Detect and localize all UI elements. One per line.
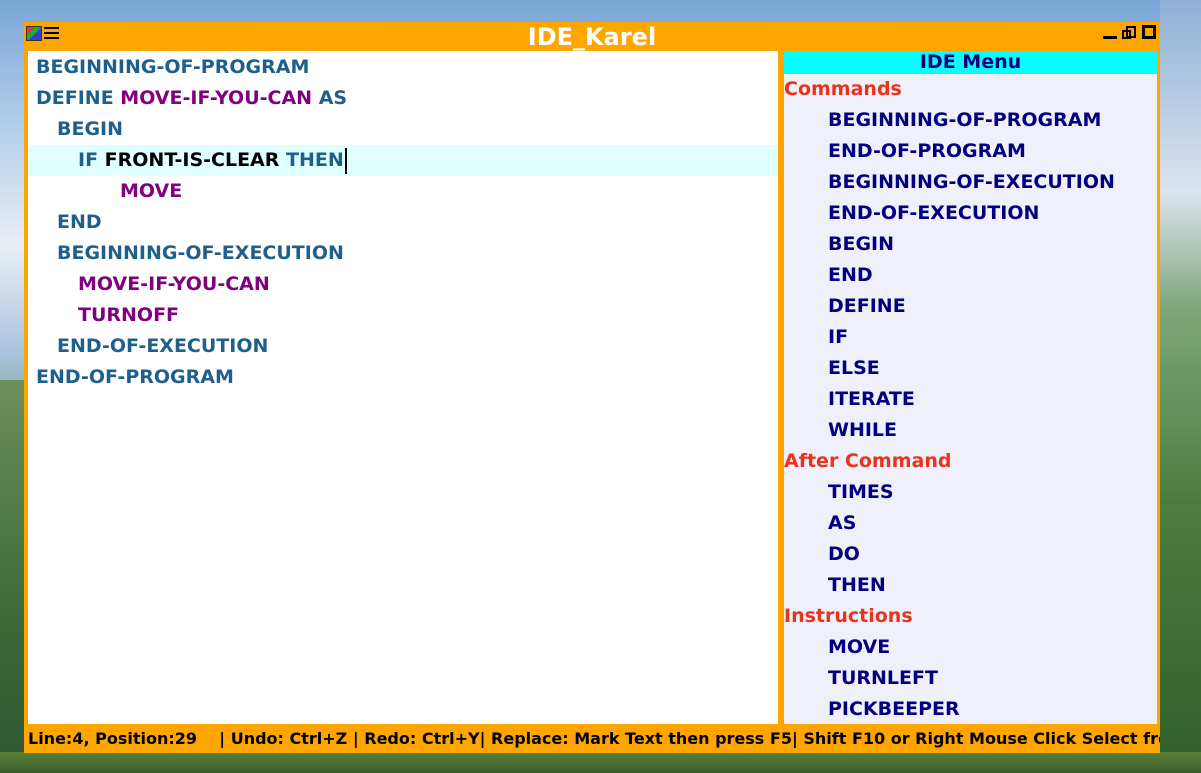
code-line[interactable]: MOVE [28, 176, 778, 207]
desktop-background-bottom [0, 752, 1201, 773]
menu-item-times[interactable]: TIMES [828, 477, 894, 508]
menu-item-then[interactable]: THEN [828, 570, 886, 601]
code-line[interactable]: END [28, 207, 778, 238]
code-keyword: DEFINE [36, 87, 121, 109]
code-keyword: BEGIN [57, 118, 124, 140]
text-cursor [344, 147, 347, 174]
code-identifier: TURNOFF [78, 304, 180, 326]
code-line[interactable]: DEFINE MOVE-IF-YOU-CAN AS [28, 83, 778, 114]
menu-item-begin[interactable]: BEGIN [828, 229, 894, 260]
code-keyword: END [57, 211, 102, 233]
code-keyword: BEGINNING-OF-PROGRAM [36, 56, 310, 78]
menu-item-beginning-of-program[interactable]: BEGINNING-OF-PROGRAM [828, 105, 1101, 136]
menu-item-end[interactable]: END [828, 260, 873, 291]
code-line[interactable]: BEGIN [28, 114, 778, 145]
code-line[interactable]: TURNOFF [28, 300, 778, 331]
menu-item-end-of-program[interactable]: END-OF-PROGRAM [828, 136, 1026, 167]
title-bar[interactable]: IDE_Karel [24, 22, 1160, 51]
code-keyword: AS [312, 87, 348, 109]
code-line[interactable]: END-OF-PROGRAM [28, 362, 778, 393]
menu-item-beginning-of-execution[interactable]: BEGINNING-OF-EXECUTION [828, 167, 1115, 198]
menu-section-heading: Instructions [784, 605, 913, 627]
code-line-current[interactable]: IF FRONT-IS-CLEAR THEN [28, 145, 778, 176]
code-line[interactable]: MOVE-IF-YOU-CAN [28, 269, 778, 300]
menu-item-move[interactable]: MOVE [828, 632, 890, 663]
code-keyword: IF [78, 149, 105, 171]
restore-icon[interactable] [1122, 25, 1138, 41]
minimize-icon[interactable] [1103, 25, 1117, 41]
menu-item-else[interactable]: ELSE [828, 353, 880, 384]
code-identifier: MOVE [120, 180, 183, 202]
menu-item-while[interactable]: WHILE [828, 415, 897, 446]
ide-menu-panel: IDE Menu Commands BEGINNING-OF-PROGRAM END… [784, 51, 1157, 724]
ide-menu-header: IDE Menu [784, 51, 1157, 74]
menu-item-as[interactable]: AS [828, 508, 856, 539]
code-identifier: MOVE-IF-YOU-CAN [120, 87, 313, 109]
menu-item-if[interactable]: IF [828, 322, 848, 353]
code-line[interactable]: BEGINNING-OF-PROGRAM [28, 52, 778, 83]
menu-item-turnleft[interactable]: TURNLEFT [828, 663, 938, 694]
menu-section-heading: Commands [784, 78, 902, 100]
code-editor[interactable]: BEGINNING-OF-PROGRAM DEFINE MOVE-IF-YOU-C… [28, 51, 778, 724]
menu-item-define[interactable]: DEFINE [828, 291, 906, 322]
menu-item-iterate[interactable]: ITERATE [828, 384, 915, 415]
code-line[interactable]: BEGINNING-OF-EXECUTION [28, 238, 778, 269]
desktop-background-left [0, 380, 24, 773]
menu-item-end-of-execution[interactable]: END-OF-EXECUTION [828, 198, 1039, 229]
menu-item-pickbeeper[interactable]: PICKBEEPER [828, 694, 960, 724]
code-keyword: BEGINNING-OF-EXECUTION [57, 242, 344, 264]
menu-section-heading: After Command [784, 450, 952, 472]
status-bar: Line:4, Position:29 | Undo: Ctrl+Z | Red… [28, 729, 1160, 748]
code-keyword: END-OF-PROGRAM [36, 366, 234, 388]
maximize-icon[interactable] [1142, 25, 1156, 41]
window-title: IDE_Karel [527, 23, 657, 51]
code-line[interactable]: END-OF-EXECUTION [28, 331, 778, 362]
code-keyword: END-OF-EXECUTION [57, 335, 269, 357]
code-keyword: THEN [279, 149, 344, 171]
menu-item-do[interactable]: DO [828, 539, 860, 570]
code-condition: FRONT-IS-CLEAR [104, 149, 280, 171]
code-identifier: MOVE-IF-YOU-CAN [78, 273, 270, 295]
ide-window: IDE_Karel BEGINNING-OF-PROGRAM DEFINE MOV… [24, 22, 1160, 753]
desktop-background-right [1160, 0, 1201, 773]
